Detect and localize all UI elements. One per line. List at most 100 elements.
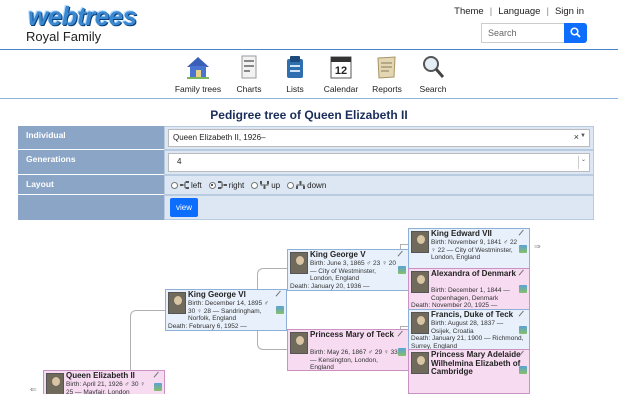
portrait-photo bbox=[411, 231, 429, 253]
generations-field: 4 ⌄ bbox=[164, 150, 594, 175]
generations-value: 4 bbox=[177, 157, 182, 166]
layout-down-radio[interactable]: down bbox=[287, 181, 326, 190]
top-links: Theme | Language | Sign in bbox=[454, 6, 584, 17]
individual-row: Individual Queen Elizabeth II, 1926– × ▼ bbox=[18, 126, 594, 150]
person-name[interactable]: King George V bbox=[310, 250, 400, 260]
header-divider bbox=[0, 49, 618, 50]
generations-label: Generations bbox=[18, 150, 164, 175]
reports-icon bbox=[373, 53, 401, 81]
family-tree-icon[interactable] bbox=[398, 348, 406, 356]
person-name[interactable]: Alexandra of Denmark bbox=[431, 269, 521, 279]
language-link[interactable]: Language bbox=[498, 6, 540, 17]
person-box-princess-mary-adelaide[interactable]: Princess Mary Adelaide Wilhelmina Elizab… bbox=[408, 349, 530, 394]
portrait-photo bbox=[290, 332, 308, 354]
portrait-photo bbox=[411, 352, 429, 374]
person-box-alexandra-of-denmark[interactable]: Alexandra of Denmark Birth: December 1, … bbox=[408, 268, 530, 310]
pedigree-right-icon bbox=[217, 181, 227, 189]
person-name[interactable]: Queen Elizabeth II bbox=[66, 371, 156, 381]
family-tree-icon[interactable] bbox=[398, 266, 406, 274]
individual-select[interactable]: Queen Elizabeth II, 1926– × ▼ bbox=[168, 129, 590, 147]
birth-info: Birth: May 26, 1867 ♂ 29 ♀ 33 — Kensingt… bbox=[310, 349, 398, 371]
layout-up-label: up bbox=[271, 180, 281, 190]
menu-label: Charts bbox=[236, 84, 262, 94]
layout-row: Layout left right up down bbox=[18, 175, 594, 195]
view-label-cell bbox=[18, 195, 164, 220]
death-info: Death: January 20, 1936 — bbox=[290, 283, 370, 290]
portrait-photo bbox=[411, 312, 429, 334]
view-field: view bbox=[164, 195, 594, 220]
birth-info: Birth: April 21, 1926 ♂ 30 ♀ 25 — Mayfai… bbox=[66, 381, 146, 394]
family-tree-icon[interactable] bbox=[154, 383, 162, 391]
person-name[interactable]: Princess Mary Adelaide Wilhelmina Elizab… bbox=[431, 350, 521, 377]
family-tree-icon[interactable] bbox=[519, 285, 527, 293]
chevron-down-icon: ▼ bbox=[580, 133, 586, 139]
view-button[interactable]: view bbox=[170, 198, 199, 217]
menu-charts[interactable]: Charts bbox=[226, 52, 272, 94]
person-box-king-george-vi[interactable]: King George VI Birth: December 14, 1895 … bbox=[165, 289, 287, 331]
magnifier-icon bbox=[419, 53, 447, 81]
menu-label: Search bbox=[419, 84, 447, 94]
person-name[interactable]: King Edward VII bbox=[431, 229, 521, 239]
person-box-king-george-v[interactable]: King George V Birth: June 3, 1865 ♂ 23 ♀… bbox=[287, 249, 409, 291]
family-tree-icon[interactable] bbox=[519, 245, 527, 253]
person-box-francis-duke-of-teck[interactable]: Francis, Duke of Teck Birth: August 28, … bbox=[408, 309, 530, 351]
person-box-queen-elizabeth-ii[interactable]: Queen Elizabeth II Birth: April 21, 1926… bbox=[43, 370, 165, 394]
menu-lists[interactable]: Lists bbox=[272, 52, 318, 94]
clear-icon[interactable]: × bbox=[574, 132, 579, 142]
family-tree-icon[interactable] bbox=[519, 326, 527, 334]
birth-info: Birth: November 9, 1841 ♂ 22 ♀ 22 — City… bbox=[431, 239, 518, 262]
menu-label: Family trees bbox=[174, 84, 222, 94]
divider: | bbox=[489, 6, 493, 17]
chevron-down-icon: ⌄ bbox=[577, 156, 586, 169]
individual-value: Queen Elizabeth II, 1926– bbox=[173, 133, 266, 142]
radio-dot bbox=[251, 181, 259, 189]
individual-label: Individual bbox=[18, 126, 164, 150]
layout-left-label: left bbox=[191, 180, 202, 190]
search-button[interactable] bbox=[564, 23, 587, 43]
layout-up-radio[interactable]: up bbox=[251, 181, 280, 190]
family-tree-icon[interactable] bbox=[276, 306, 284, 314]
theme-link[interactable]: Theme bbox=[454, 6, 484, 17]
layout-right-radio[interactable]: right bbox=[208, 181, 244, 190]
menu-family-trees[interactable]: Family trees bbox=[170, 52, 226, 94]
search-input[interactable]: Search bbox=[481, 23, 564, 43]
layout-label: Layout bbox=[18, 175, 164, 195]
pedigree-left-icon bbox=[180, 181, 189, 189]
family-tree-icon[interactable] bbox=[519, 366, 527, 374]
birth-info: Birth: December 1, 1844 — Copenhagen, De… bbox=[431, 287, 510, 302]
view-row: view bbox=[18, 195, 594, 220]
search-icon bbox=[570, 27, 581, 38]
person-name[interactable]: King George VI bbox=[188, 290, 278, 300]
person-name[interactable]: Princess Mary of Teck bbox=[310, 330, 400, 340]
generations-select[interactable]: 4 ⌄ bbox=[168, 153, 590, 172]
person-box-king-edward-vii[interactable]: King Edward VII Birth: November 9, 1841 … bbox=[408, 228, 530, 270]
menu-label: Lists bbox=[286, 84, 304, 94]
layout-down-label: down bbox=[307, 180, 327, 190]
site-title[interactable]: Royal Family bbox=[26, 29, 101, 44]
person-box-princess-mary-of-teck[interactable]: Princess Mary of Teck Birth: May 26, 186… bbox=[287, 329, 409, 371]
menu-label: Calendar bbox=[323, 84, 359, 94]
sign-in-link[interactable]: Sign in bbox=[555, 6, 584, 17]
pedigree-tree: Queen Elizabeth II Birth: April 21, 1926… bbox=[0, 222, 618, 394]
menu-calendar[interactable]: 12 Calendar bbox=[318, 52, 364, 94]
arrow-right-icon[interactable]: ⇒ bbox=[534, 242, 541, 251]
main-menu: Family trees Charts Lists 12 Calendar Re… bbox=[170, 52, 456, 94]
menu-reports[interactable]: Reports bbox=[364, 52, 410, 94]
portrait-photo bbox=[46, 373, 64, 394]
charts-icon bbox=[235, 53, 263, 81]
divider: | bbox=[546, 6, 549, 17]
page-title: Pedigree tree of Queen Elizabeth II bbox=[210, 108, 408, 122]
layout-left-radio[interactable]: left bbox=[171, 181, 202, 190]
menu-search[interactable]: Search bbox=[410, 52, 456, 94]
arrow-left-icon[interactable]: ⇐ bbox=[30, 385, 37, 394]
portrait-photo bbox=[411, 271, 429, 293]
generations-row: Generations 4 ⌄ bbox=[18, 150, 594, 175]
radio-dot bbox=[287, 181, 295, 189]
house-icon bbox=[184, 53, 212, 81]
portrait-photo bbox=[168, 292, 186, 314]
radio-dot bbox=[171, 181, 178, 189]
pedigree-up-icon bbox=[260, 181, 270, 189]
site-logo[interactable]: webtrees bbox=[28, 1, 137, 32]
person-name[interactable]: Francis, Duke of Teck bbox=[431, 310, 521, 320]
menu-divider bbox=[0, 98, 618, 99]
